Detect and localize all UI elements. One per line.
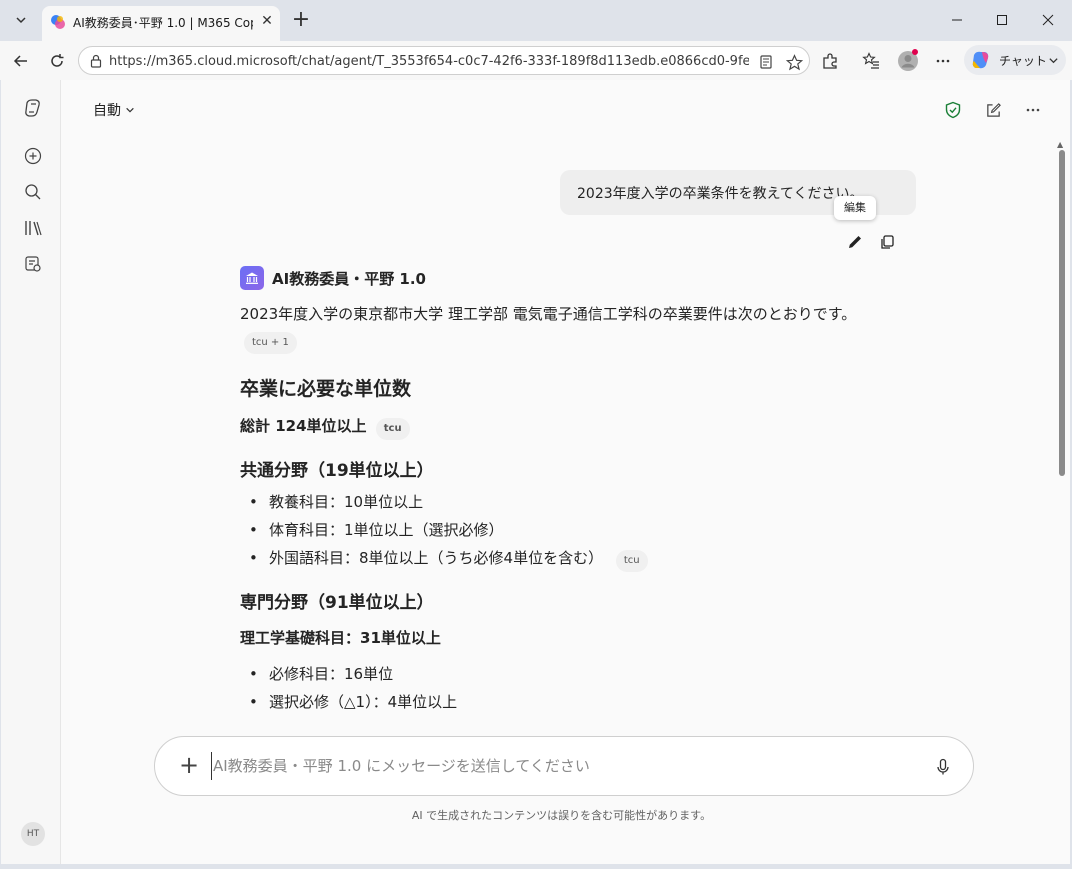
copilot-button-label: チャット (999, 54, 1047, 68)
new-tab-button[interactable]: + (288, 8, 314, 34)
edit-tooltip: 編集 (834, 196, 876, 220)
list-item: • 選択必修（△1）：4単位以上 (249, 693, 458, 711)
ai-disclaimer: AI で生成されたコンテンツは誤りを含む可能性があります。 (411, 809, 712, 822)
favorite-button[interactable] (783, 51, 805, 73)
lock-icon (90, 54, 102, 68)
agent-store-icon (25, 256, 41, 272)
shield-check-icon (945, 101, 961, 119)
add-attachment-button[interactable]: + (177, 753, 201, 778)
total-credits-line: 総計 124単位以上 tcu (240, 415, 410, 440)
total-credits-text: 総計 124単位以上 (240, 417, 367, 435)
refresh-button[interactable] (45, 49, 69, 73)
favorites-list-icon (862, 52, 879, 69)
citation-chip[interactable]: tcu (375, 418, 410, 440)
address-toolbar: https://m365.cloud.microsoft/chat/agent/… (0, 41, 1072, 80)
more-horizontal-icon (1026, 108, 1040, 112)
left-rail: HT (1, 80, 61, 864)
list-item-text: 必修科目：16単位 (269, 665, 394, 683)
new-chat-button[interactable] (21, 144, 45, 168)
agent-avatar (240, 266, 264, 290)
message-input[interactable] (211, 752, 911, 780)
address-bar[interactable]: https://m365.cloud.microsoft/chat/agent/… (78, 46, 810, 75)
tab-title: AI教務委員･平野 1.0 | M365 Copilot (73, 16, 253, 30)
more-options-button[interactable] (1021, 98, 1045, 122)
close-tab-icon[interactable]: ✕ (259, 13, 275, 29)
copy-icon (881, 235, 894, 249)
copilot-chat-button[interactable]: チャット (964, 45, 1066, 75)
copy-message-button[interactable] (875, 230, 899, 254)
reading-view-button[interactable] (755, 51, 777, 73)
copilot-logo-icon (972, 51, 989, 69)
notification-dot (912, 49, 918, 55)
microphone-button[interactable] (931, 755, 955, 779)
copilot-outline-icon (25, 99, 40, 117)
puzzle-icon (823, 53, 837, 69)
chevron-down-icon (1049, 58, 1058, 64)
copilot-home-button[interactable] (21, 96, 45, 120)
citation-chip[interactable]: tcu + 1 (244, 332, 297, 354)
scroll-up-arrow[interactable]: ▲ (1057, 140, 1063, 149)
settings-more-button[interactable] (931, 49, 955, 73)
list-item-text: 外国語科目：8単位以上（うち必修4単位を含む） (269, 549, 604, 567)
common-field-heading: 共通分野（19単位以上） (240, 461, 434, 481)
specialty-field-heading: 専門分野（91単位以上） (240, 593, 434, 613)
list-item-text: 選択必修（△1）：4単位以上 (269, 693, 458, 711)
copilot-app: HT 自動 ▲ 2023年度入学の卒業条件を教えてください。 編集 AI教務委員… (1, 80, 1070, 864)
chevron-down-icon (16, 17, 26, 24)
response-intro: 2023年度入学の東京都市大学 理工学部 電気電子通信工学科の卒業要件は次のとお… (240, 305, 857, 323)
agents-button[interactable] (21, 252, 45, 276)
basics-line: 理工学基礎科目：31単位以上 (240, 629, 441, 647)
browser-tab-active[interactable]: AI教務委員･平野 1.0 | M365 Copilot ✕ (42, 6, 280, 41)
list-item-text: 体育科目：1単位以上（選択必修） (269, 521, 504, 539)
mode-selector[interactable]: 自動 (93, 100, 135, 120)
library-button[interactable] (21, 216, 45, 240)
list-item: • 体育科目：1単位以上（選択必修） (249, 521, 504, 539)
microphone-icon (937, 758, 949, 775)
extensions-button[interactable] (818, 49, 842, 73)
favorites-button[interactable] (859, 49, 883, 73)
tab-bar: AI教務委員･平野 1.0 | M365 Copilot ✕ + (0, 0, 1072, 41)
star-icon (785, 53, 803, 70)
section-heading: 卒業に必要な単位数 (240, 378, 412, 400)
protection-badge[interactable] (941, 98, 965, 122)
university-building-icon (246, 272, 258, 284)
add-circle-icon (24, 147, 42, 165)
back-button[interactable] (9, 49, 33, 73)
chevron-down-icon (126, 107, 134, 113)
list-item: • 必修科目：16単位 (249, 665, 394, 683)
search-button[interactable] (21, 180, 45, 204)
tab-actions-menu-button[interactable] (8, 7, 34, 33)
message-composer: + (154, 736, 974, 796)
agent-name: AI教務委員・平野 1.0 (272, 270, 426, 288)
list-item: • 外国語科目：8単位以上（うち必修4単位を含む） tcu (249, 547, 648, 572)
new-conversation-button[interactable] (981, 98, 1005, 122)
library-icon (25, 221, 42, 236)
refresh-icon (51, 54, 64, 67)
more-horizontal-icon (936, 59, 950, 63)
maximize-button[interactable] (988, 8, 1016, 32)
citation-chip[interactable]: tcu (615, 550, 648, 572)
list-item-text: 教養科目：10単位以上 (269, 493, 424, 511)
list-item: • 教養科目：10単位以上 (249, 493, 424, 511)
arrow-left-icon (13, 55, 27, 67)
reading-view-icon (760, 55, 772, 69)
minimize-icon (952, 19, 962, 21)
copilot-logo-icon (51, 15, 65, 29)
close-window-button[interactable] (1034, 8, 1062, 32)
maximize-icon (997, 15, 1007, 25)
url-text[interactable]: https://m365.cloud.microsoft/chat/agent/… (109, 54, 749, 69)
scrollbar-thumb[interactable] (1059, 150, 1065, 476)
user-message-text: 2023年度入学の卒業条件を教えてください。 (577, 186, 864, 202)
compose-icon (986, 102, 1001, 117)
minimize-button[interactable] (943, 8, 971, 32)
profile-button[interactable] (896, 49, 920, 73)
user-avatar[interactable]: HT (21, 822, 45, 846)
search-icon (25, 184, 41, 200)
mode-label: 自動 (93, 103, 121, 119)
edit-message-button[interactable] (843, 230, 867, 254)
pencil-icon (849, 236, 861, 248)
close-icon (1042, 14, 1054, 26)
